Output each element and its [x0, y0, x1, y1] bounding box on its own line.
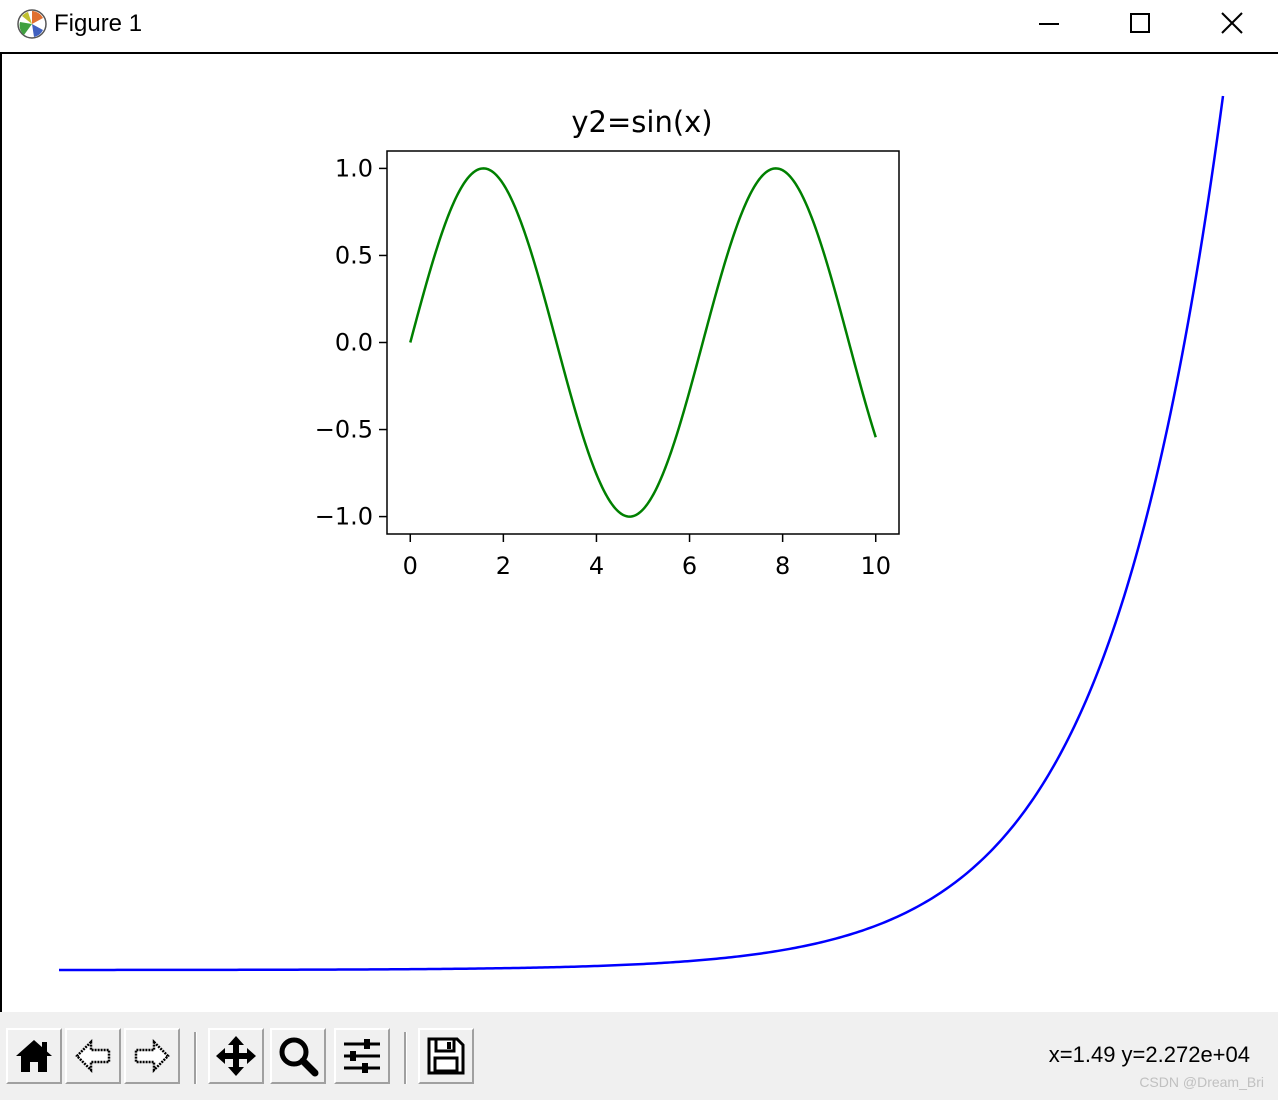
y-tick-label: 0.5: [335, 241, 373, 269]
y-tick-label: 0.0: [335, 329, 373, 357]
x-tick-label: 6: [682, 552, 697, 580]
minimize-button[interactable]: [1003, 0, 1095, 52]
inset-y-ticks: 1.0 0.5 0.0 −0.5 −1.0: [315, 154, 387, 531]
window-title: Figure 1: [54, 10, 143, 37]
inset-frame: [386, 150, 900, 535]
y-tick-label: −0.5: [315, 416, 373, 444]
toolbar-separator: [404, 1032, 407, 1084]
inset-title: y2=sin(x): [571, 105, 712, 139]
forward-button[interactable]: [124, 1028, 180, 1084]
y-tick-label: −1.0: [315, 503, 373, 531]
inset-axes: 0 2 4 6 8 10 1.0 0.5 0.0 −0.5 −1.0 y2=sin(x): [315, 105, 900, 580]
home-button[interactable]: [6, 1028, 62, 1084]
pan-button[interactable]: [208, 1028, 264, 1084]
close-button[interactable]: [1186, 0, 1278, 52]
cursor-coordinates: x=1.49 y=2.272e+04: [1048, 1042, 1250, 1067]
zoom-magnifier-icon: [279, 1037, 319, 1077]
back-arrow-icon: [75, 1038, 111, 1074]
inset-x-ticks: 0 2 4 6 8 10: [403, 534, 891, 580]
title-bar: Figure 1: [0, 0, 1278, 54]
x-tick-label: 8: [775, 552, 790, 580]
back-button[interactable]: [65, 1028, 121, 1084]
figure-svg: 0 2 4 6 8 10 1.0 0.5 0.0 −0.5 −1.0 y2=sin(x): [59, 95, 1225, 972]
configure-subplots-icon: [344, 1039, 380, 1073]
pan-move-icon: [216, 1036, 256, 1076]
maximize-icon: [1130, 13, 1150, 33]
configure-subplots-button[interactable]: [334, 1028, 390, 1084]
x-tick-label: 0: [403, 552, 418, 580]
figure-canvas[interactable]: 0 2 4 6 8 10 1.0 0.5 0.0 −0.5 −1.0 y2=sin(x): [0, 54, 1278, 1012]
save-button[interactable]: [418, 1028, 474, 1084]
x-tick-label: 2: [496, 552, 511, 580]
home-icon: [16, 1040, 52, 1072]
close-icon: [1221, 12, 1243, 34]
forward-arrow-icon: [134, 1038, 170, 1074]
minimize-icon: [1039, 23, 1059, 25]
matplotlib-logo-icon: [17, 9, 47, 39]
navigation-toolbar: x=1.49 y=2.272e+04 CSDN @Dream_Bri: [0, 1012, 1278, 1100]
x-tick-label: 4: [589, 552, 604, 580]
watermark-text: CSDN @Dream_Bri: [1139, 1074, 1264, 1090]
y-tick-label: 1.0: [335, 154, 373, 182]
maximize-button[interactable]: [1094, 0, 1186, 52]
toolbar-separator: [194, 1032, 197, 1084]
save-floppy-icon: [427, 1037, 465, 1075]
zoom-button[interactable]: [270, 1028, 326, 1084]
x-tick-label: 10: [860, 552, 891, 580]
